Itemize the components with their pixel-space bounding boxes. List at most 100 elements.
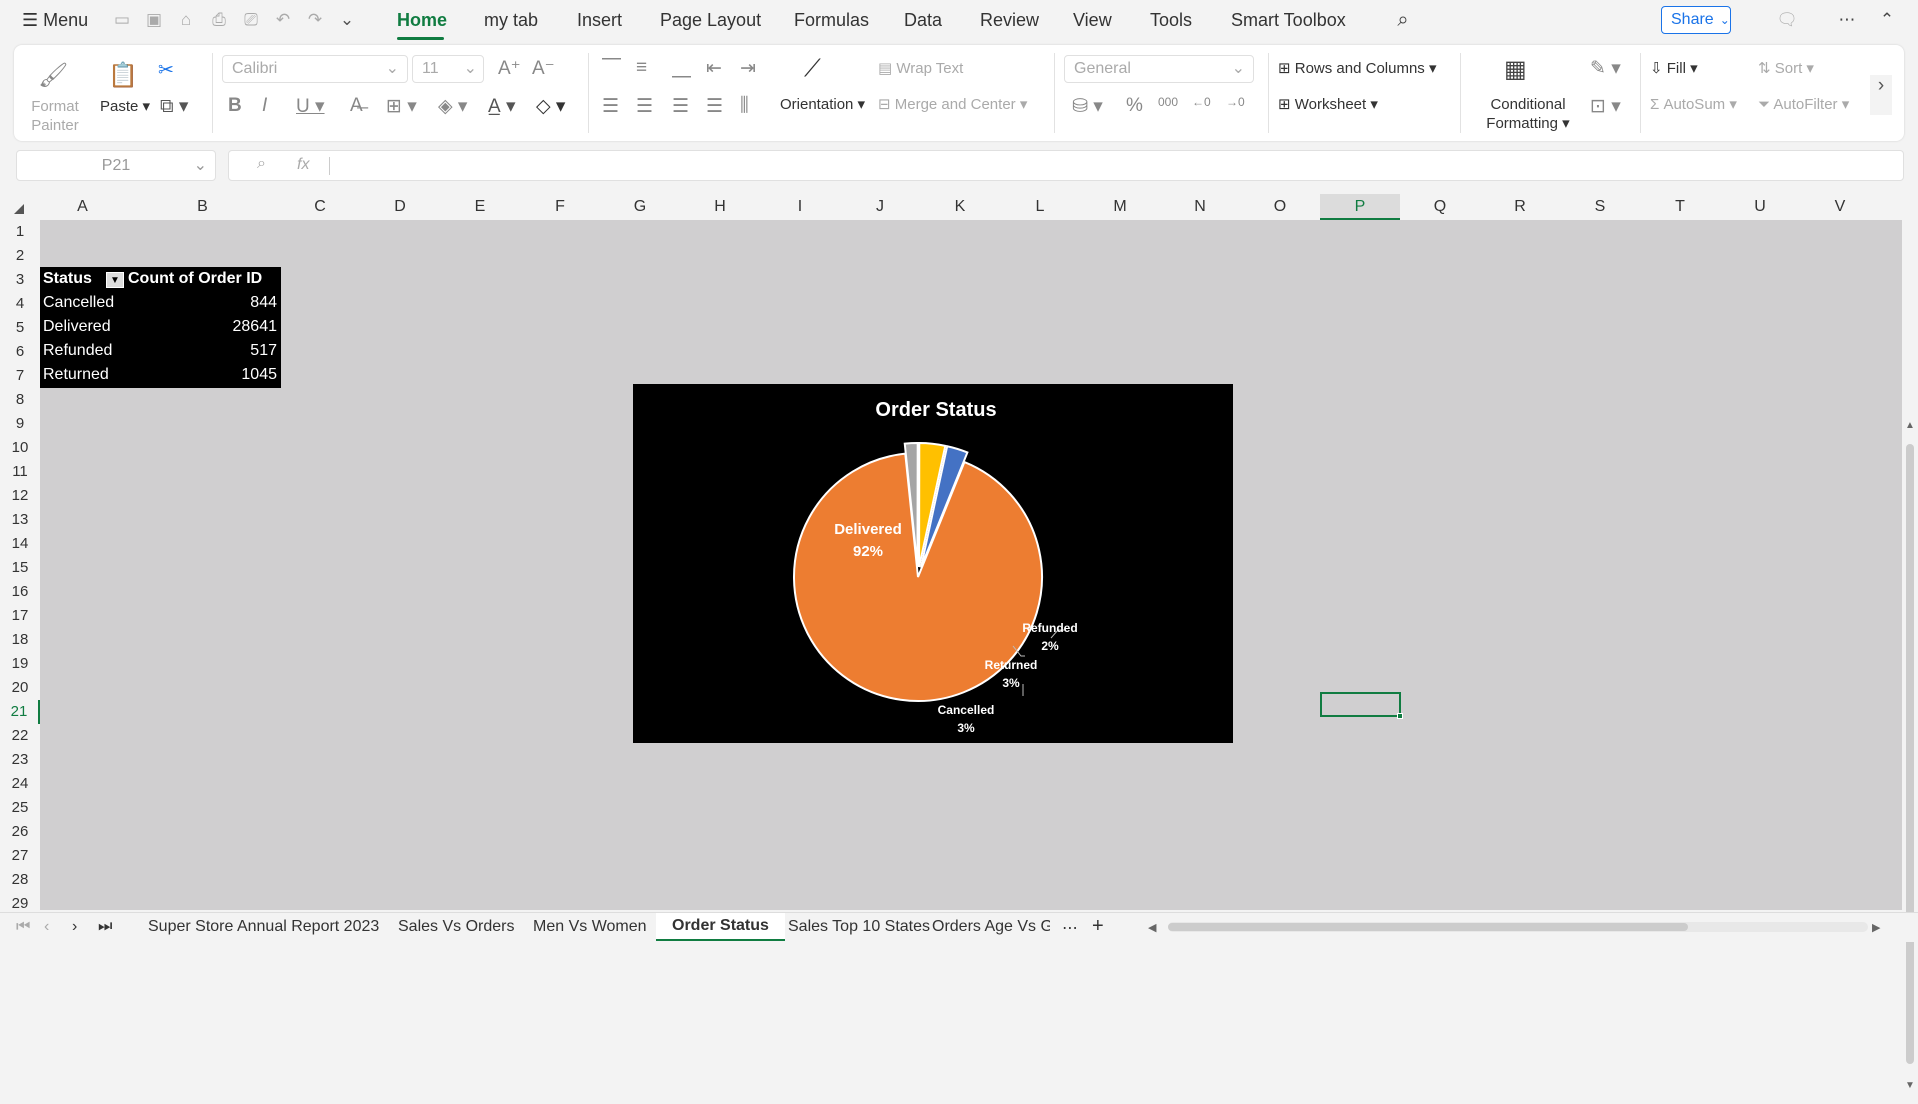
tab-page-layout[interactable]: Page Layout <box>660 10 761 31</box>
zoom-icon[interactable]: ⌕ <box>257 155 266 173</box>
autofilter-button[interactable]: ⏷ AutoFilter ▾ <box>1758 95 1849 113</box>
column-header-n[interactable]: N <box>1160 194 1240 220</box>
column-header-p[interactable]: P <box>1320 194 1400 220</box>
cell-style-icon[interactable]: ✎ ▾ <box>1590 57 1621 80</box>
menu-button[interactable]: ☰ Menu <box>22 10 88 31</box>
worksheet-button[interactable]: ⊞ Worksheet ▾ <box>1278 95 1378 113</box>
filter-dropdown-icon[interactable]: ▼ <box>106 272 124 288</box>
strikethrough-icon[interactable]: A̶ <box>350 95 363 117</box>
chevron-down-icon[interactable]: ⌄ <box>336 10 358 30</box>
column-header-r[interactable]: R <box>1480 194 1560 220</box>
italic-icon[interactable]: I <box>262 95 267 117</box>
scroll-down-icon[interactable]: ▼ <box>1905 1080 1915 1091</box>
save-icon[interactable]: ▣ <box>143 10 165 30</box>
decrease-font-icon[interactable]: A⁻ <box>532 57 555 80</box>
row-header-14[interactable]: 14 <box>0 532 40 556</box>
search-icon[interactable]: ⌕ <box>1392 10 1414 30</box>
vertical-scrollbar[interactable]: ▲ ▼ <box>1902 414 1918 1104</box>
open-icon[interactable]: ▭ <box>111 10 133 30</box>
column-header-j[interactable]: J <box>840 194 920 220</box>
decrease-indent-icon[interactable]: ⇤ <box>706 57 722 80</box>
font-size-select[interactable]: 11 ⌄ <box>412 55 484 83</box>
first-sheet-icon[interactable]: ⏮ <box>16 918 30 936</box>
fill-handle[interactable] <box>1397 713 1403 719</box>
tab-tools[interactable]: Tools <box>1150 10 1192 31</box>
format-painter-icon[interactable]: ⌂ <box>175 10 197 30</box>
tab-review[interactable]: Review <box>980 10 1039 31</box>
cut-icon[interactable]: ✂ <box>158 59 174 82</box>
column-header-t[interactable]: T <box>1640 194 1720 220</box>
percent-icon[interactable]: % <box>1126 95 1143 117</box>
row-header-3[interactable]: 3 <box>0 268 40 292</box>
distributed-icon[interactable]: ⫼ <box>740 95 749 117</box>
ribbon-scroll-right-icon[interactable]: › <box>1870 75 1892 115</box>
row-header-4[interactable]: 4 <box>0 292 40 316</box>
row-header-17[interactable]: 17 <box>0 604 40 628</box>
autosum-button[interactable]: Σ AutoSum ▾ <box>1650 95 1737 113</box>
prev-sheet-icon[interactable]: ‹ <box>44 918 49 936</box>
format-painter-button[interactable]: Format Painter <box>28 97 82 135</box>
row-header-6[interactable]: 6 <box>0 340 40 364</box>
comment-icon[interactable]: 🗨 <box>1776 10 1798 30</box>
tab-smart-toolbox[interactable]: Smart Toolbox <box>1231 10 1346 31</box>
row-header-9[interactable]: 9 <box>0 412 40 436</box>
thousands-icon[interactable]: 000 <box>1158 95 1178 109</box>
row-header-11[interactable]: 11 <box>0 460 40 484</box>
sheet-tab-orders-age[interactable]: Orders Age Vs Ge <box>932 918 1050 936</box>
row-header-19[interactable]: 19 <box>0 652 40 676</box>
column-header-h[interactable]: H <box>680 194 760 220</box>
fill-button[interactable]: ⇩ Fill ▾ <box>1650 59 1698 77</box>
row-header-16[interactable]: 16 <box>0 580 40 604</box>
font-name-select[interactable]: Calibri ⌄ <box>222 55 408 83</box>
tab-home[interactable]: Home <box>397 10 447 31</box>
row-header-8[interactable]: 8 <box>0 388 40 412</box>
share-button[interactable]: Share ⌄ <box>1661 6 1731 34</box>
row-header-1[interactable]: 1 <box>0 220 40 244</box>
pivot-table[interactable]: Status ▼ Count of Order ID Cancelled 844 … <box>40 267 281 388</box>
more-sheets-icon[interactable]: ⋯ <box>1062 918 1078 938</box>
undo-icon[interactable]: ↶ <box>272 10 294 30</box>
column-header-k[interactable]: K <box>920 194 1000 220</box>
row-header-23[interactable]: 23 <box>0 748 40 772</box>
tab-my-tab[interactable]: my tab <box>484 10 538 31</box>
column-header-l[interactable]: L <box>1000 194 1080 220</box>
add-sheet-icon[interactable]: + <box>1092 915 1104 938</box>
pie-chart[interactable]: Order Status Delivered 92% Refunded 2% Retur… <box>633 384 1233 743</box>
number-format-select[interactable]: General ⌄ <box>1064 55 1254 83</box>
bold-icon[interactable]: B <box>228 95 242 117</box>
align-right-icon[interactable]: ☰ <box>672 95 689 118</box>
copy-icon[interactable]: ⧉ ▾ <box>160 95 188 118</box>
align-bottom-icon[interactable]: ⎽ <box>672 57 691 79</box>
column-header-f[interactable]: F <box>520 194 600 220</box>
align-top-icon[interactable]: ⎺ <box>602 57 621 79</box>
column-header-g[interactable]: G <box>600 194 680 220</box>
wrap-text-button[interactable]: ▤ Wrap Text <box>878 59 963 77</box>
redo-icon[interactable]: ↷ <box>304 10 326 30</box>
increase-font-icon[interactable]: A⁺ <box>498 57 521 80</box>
print-icon[interactable]: ⎙ <box>208 10 230 30</box>
tab-insert[interactable]: Insert <box>577 10 622 31</box>
name-box[interactable]: P21 ⌄ <box>16 150 216 181</box>
next-sheet-icon[interactable]: › <box>72 918 77 936</box>
row-header-25[interactable]: 25 <box>0 796 40 820</box>
row-header-18[interactable]: 18 <box>0 628 40 652</box>
column-header-c[interactable]: C <box>280 194 360 220</box>
row-header-27[interactable]: 27 <box>0 844 40 868</box>
cell-area[interactable]: Status ▼ Count of Order ID Cancelled 844 … <box>40 220 1902 910</box>
collapse-ribbon-icon[interactable]: ⌃ <box>1876 10 1898 30</box>
column-header-u[interactable]: U <box>1720 194 1800 220</box>
row-header-5[interactable]: 5 <box>0 316 40 340</box>
select-all-corner[interactable] <box>14 204 24 214</box>
row-header-21[interactable]: 21 <box>0 700 40 724</box>
align-left-icon[interactable]: ☰ <box>602 95 619 118</box>
vertical-scrollbar-thumb[interactable] <box>1906 444 1914 1064</box>
formula-input[interactable]: ⌕ fx <box>228 150 1904 181</box>
row-header-20[interactable]: 20 <box>0 676 40 700</box>
underline-icon[interactable]: U ▾ <box>296 95 325 118</box>
decrease-decimal-icon[interactable]: →0 <box>1226 95 1245 109</box>
tab-formulas[interactable]: Formulas <box>794 10 869 31</box>
increase-indent-icon[interactable]: ⇥ <box>740 57 756 80</box>
print-preview-icon[interactable]: ⎚ <box>240 10 262 30</box>
row-header-2[interactable]: 2 <box>0 244 40 268</box>
sort-button[interactable]: ⇅ Sort ▾ <box>1758 59 1814 77</box>
